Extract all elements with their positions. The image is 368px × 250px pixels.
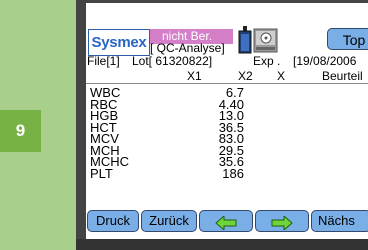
column-x2: X2 [238,69,253,83]
parameter-list: WBC RBC HGB HCT MCV MCH MCHC PLT [90,86,160,181]
qc-file-info: File[1] Lot[ 61320822] Exp . [19/08/2006 [86,54,368,68]
drive-icon[interactable] [253,28,278,53]
arrow-right-icon [271,215,293,230]
column-x1: X1 [187,69,202,83]
exp-label: Exp . [253,54,281,68]
exp-date: [19/08/2006 [293,54,357,68]
param-label: PLT [90,165,113,181]
sysmex-logo: Sysmex [88,29,150,56]
previous-button[interactable] [199,210,253,232]
back-button[interactable]: Zurück [141,210,197,232]
step-sidebar: 9 [0,0,69,250]
step-number-badge: 9 [0,110,41,152]
x1-value-list: 6.7 4.40 13.0 36.5 83.0 29.5 35.6 186 [204,86,244,181]
analyzer-device: Sysmex nicht Ber. [ QC-Analyse] Top File… [69,0,368,250]
next-button[interactable]: Nächs [311,210,368,232]
param-value: 186 [222,165,244,181]
top-button[interactable]: Top [327,28,368,50]
analyzer-screen: Sysmex nicht Ber. [ QC-Analyse] Top File… [86,3,368,239]
lot-label: Lot[ 61320822] [132,54,213,68]
arrow-left-icon [215,215,237,230]
screen-frame: Sysmex nicht Ber. [ QC-Analyse] Top File… [76,0,368,250]
screen-bezel-bottom [76,239,368,250]
header-divider [86,83,368,84]
column-x: X [277,69,286,83]
next-arrow-button[interactable] [255,210,309,232]
file-label: File[1] [87,54,120,68]
reagent-bottle-icon[interactable] [238,26,252,54]
print-button[interactable]: Druck [87,210,139,232]
column-beurteil: Beurteil [322,69,363,83]
action-button-bar: Druck Zurück Nächs [86,210,368,232]
